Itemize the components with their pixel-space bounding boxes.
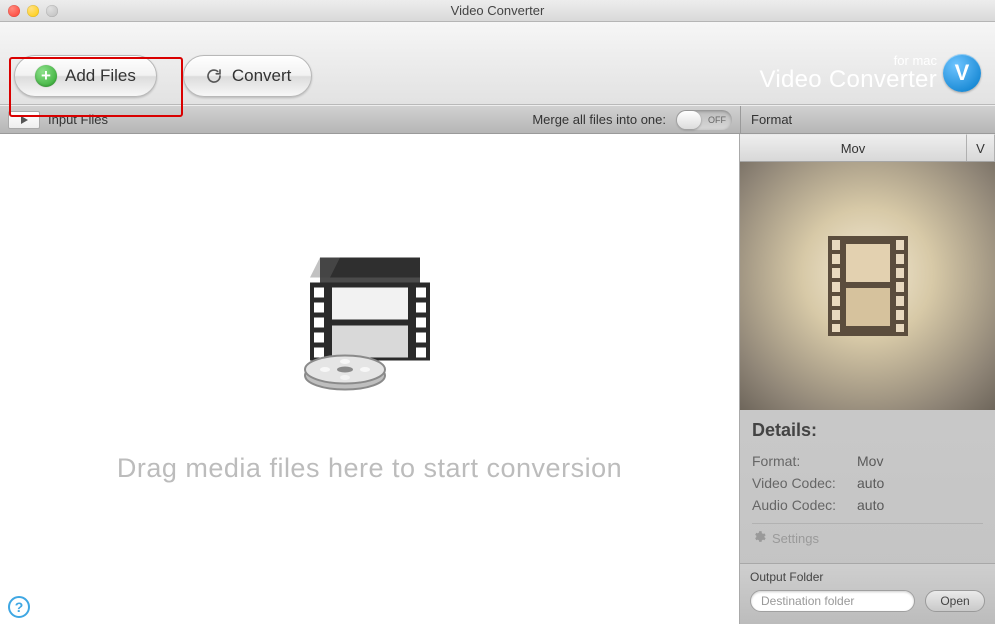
format-panel: Mov V Details: [740,134,995,624]
open-output-button[interactable]: Open [925,590,985,612]
help-icon: ? [15,599,24,615]
help-button[interactable]: ? [8,596,30,618]
format-preview-thumbnail [740,162,995,410]
toolbar: + Add Files Convert for mac Video Conver… [0,22,995,105]
detail-audio-codec-label: Audio Codec: [752,497,847,513]
dropzone[interactable]: Drag media files here to start conversio… [0,134,740,624]
output-folder-title: Output Folder [750,570,985,584]
merge-label: Merge all files into one: [532,112,666,127]
add-files-label: Add Files [65,66,136,86]
tab-v[interactable]: V [967,134,995,161]
dropzone-hint: Drag media files here to start conversio… [0,453,739,484]
format-label: Format [751,112,792,127]
convert-label: Convert [232,66,292,86]
close-window-button[interactable] [8,5,20,17]
settings-link[interactable]: Settings [752,523,983,547]
detail-audio-codec-row: Audio Codec: auto [752,497,983,513]
output-folder-field[interactable]: Destination folder [750,590,915,612]
subbar: Input Files Merge all files into one: OF… [0,105,995,134]
body: Drag media files here to start conversio… [0,134,995,624]
branding-subtitle: for mac [760,54,938,68]
plus-icon: + [35,65,57,87]
merge-toggle[interactable]: OFF [676,110,732,130]
minimize-window-button[interactable] [27,5,39,17]
app-logo-icon: V [943,54,981,92]
branding-title: Video Converter [760,67,938,92]
detail-audio-codec-value: auto [857,497,884,513]
detail-video-codec-label: Video Codec: [752,475,847,491]
settings-label: Settings [772,531,819,546]
tab-mov[interactable]: Mov [740,134,967,161]
input-files-label: Input Files [48,112,108,127]
format-tabs: Mov V [740,134,995,162]
details-title: Details: [752,420,983,441]
film-reel-illustration [290,248,450,413]
detail-video-codec-value: auto [857,475,884,491]
merge-toggle-state: OFF [708,115,726,125]
output-folder-placeholder: Destination folder [761,594,854,608]
gear-icon [752,530,766,547]
window-controls [8,5,58,17]
add-files-button[interactable]: + Add Files [14,55,157,97]
branding: for mac Video Converter V [760,34,982,93]
window-title: Video Converter [0,3,995,18]
convert-icon [204,66,224,86]
output-folder-section: Output Folder Destination folder Open [740,563,995,624]
detail-video-codec-row: Video Codec: auto [752,475,983,491]
format-panel-header: Format [740,106,995,133]
play-thumb-icon[interactable] [8,111,40,129]
titlebar: Video Converter [0,0,995,22]
open-button-label: Open [940,594,969,608]
details-section: Details: Format: Mov Video Codec: auto A… [740,410,995,551]
subbar-left: Input Files Merge all files into one: OF… [0,106,740,133]
detail-format-row: Format: Mov [752,453,983,469]
detail-format-value: Mov [857,453,883,469]
zoom-window-button[interactable] [46,5,58,17]
convert-button[interactable]: Convert [183,55,313,97]
detail-format-label: Format: [752,453,847,469]
